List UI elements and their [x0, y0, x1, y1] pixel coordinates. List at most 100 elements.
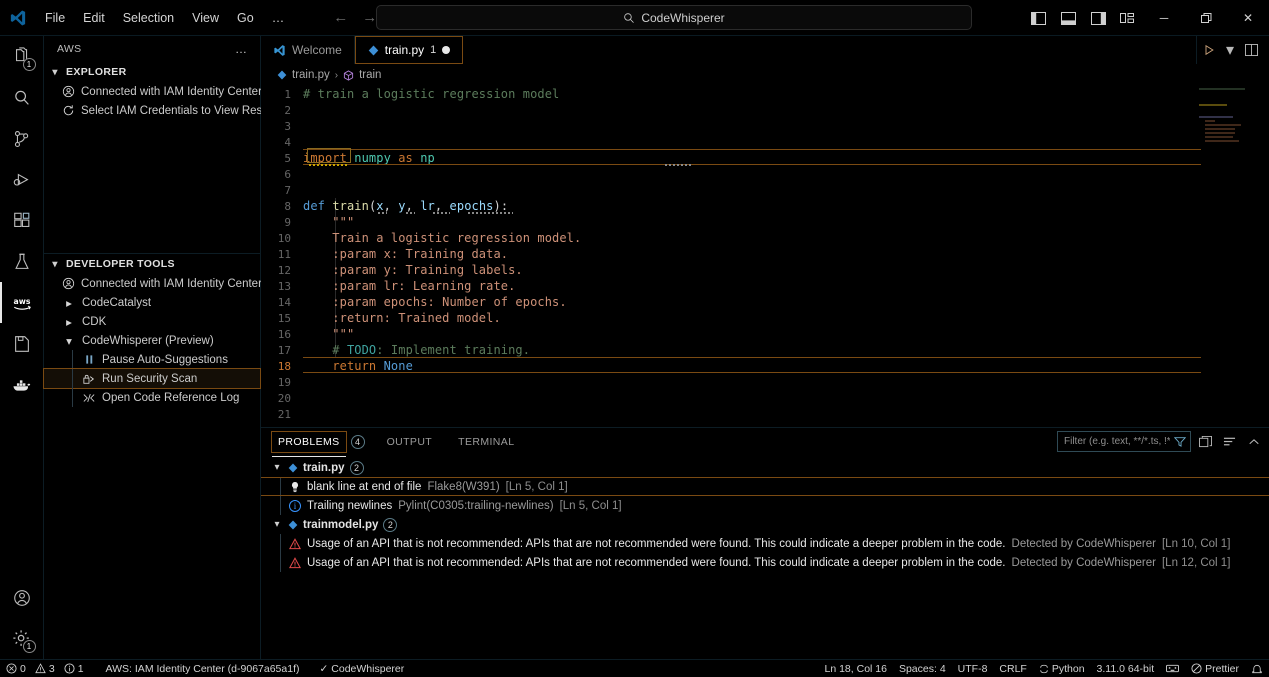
arrow-left-icon[interactable]: ←: [333, 9, 348, 26]
activity-item-database[interactable]: [0, 323, 44, 364]
sidebar-item-run-security-scan[interactable]: Run Security Scan: [44, 369, 260, 388]
sidebar-item-codewhisperer[interactable]: ▾ CodeWhisperer (Preview): [44, 331, 260, 350]
problem-row[interactable]: Usage of an API that is not recommended:…: [261, 553, 1269, 572]
tab-dirty-indicator[interactable]: [442, 46, 450, 54]
status-eol[interactable]: CRLF: [993, 660, 1032, 677]
chevron-down-icon[interactable]: ▾: [271, 519, 283, 530]
status-notifications[interactable]: [1245, 660, 1269, 677]
sidebar-item-pause-auto-suggestions[interactable]: Pause Auto-Suggestions: [44, 350, 260, 369]
clear-icon[interactable]: [1220, 432, 1239, 451]
status-errors-warnings[interactable]: 0 3 1: [0, 660, 90, 677]
sidebar-item-label: CDK: [82, 316, 106, 328]
lightbulb-icon: [289, 481, 301, 493]
code-line: 6: [261, 166, 1269, 182]
toggle-primary-sidebar-icon[interactable]: [1023, 0, 1053, 36]
line-content: def train(x, y, lr, epochs):: [303, 199, 508, 213]
customize-layout-icon[interactable]: [1113, 0, 1143, 36]
chevron-down-icon[interactable]: ▾: [271, 462, 283, 473]
line-number: 2: [261, 104, 303, 117]
toggle-panel-icon[interactable]: [1053, 0, 1083, 36]
split-editor-icon[interactable]: [1239, 38, 1263, 62]
breadcrumb-symbol[interactable]: train: [359, 69, 381, 81]
problem-row[interactable]: blank line at end of file Flake8(W391) […: [261, 477, 1269, 496]
problems-filter-input[interactable]: Filter (e.g. text, **/*.ts, !**…: [1057, 431, 1191, 452]
warning-icon: [35, 663, 46, 674]
panel-tab-label: TERMINAL: [458, 436, 514, 448]
code-editor[interactable]: 1 # train a logistic regression model 2 …: [261, 86, 1269, 427]
menu-edit[interactable]: Edit: [74, 8, 114, 28]
status-indentation[interactable]: Spaces: 4: [893, 660, 952, 677]
status-python-interpreter[interactable]: 3.11.0 64-bit: [1091, 660, 1161, 677]
activity-item-aws[interactable]: aws: [0, 282, 44, 323]
sidebar-item-codecatalyst[interactable]: ▸ CodeCatalyst: [44, 293, 260, 312]
menu-go[interactable]: Go: [228, 8, 263, 28]
breadcrumb-file[interactable]: train.py: [292, 69, 330, 81]
problems-group-file: trainmodel.py: [303, 519, 378, 531]
menu-more[interactable]: …: [263, 8, 294, 28]
chevron-down-icon[interactable]: ▾: [1223, 38, 1237, 62]
split-panel-icon[interactable]: [1196, 432, 1215, 451]
sidebar-section-developer-tools[interactable]: ▾ DEVELOPER TOOLS: [44, 254, 260, 274]
code-line: 10 Train a logistic regression model.: [261, 230, 1269, 246]
sidebar-item-select-iam-credentials[interactable]: Select IAM Credentials to View Reso…: [44, 101, 260, 120]
tab-train-py[interactable]: train.py 1: [355, 36, 463, 64]
error-count: 0: [20, 663, 26, 675]
activity-item-run-and-debug[interactable]: [0, 159, 44, 200]
sidebar-item-connected-iam-devtools[interactable]: Connected with IAM Identity Center…: [44, 274, 260, 293]
panel-tab-output[interactable]: OUTPUT: [381, 432, 439, 452]
editor-scrollbar[interactable]: [1257, 86, 1267, 427]
status-codewhisperer[interactable]: ✓ CodeWhisperer: [313, 660, 410, 677]
minimize-button[interactable]: ─: [1143, 0, 1185, 36]
arrow-right-icon[interactable]: →: [362, 9, 377, 26]
problem-location: [Ln 5, Col 1]: [560, 500, 622, 512]
problems-list[interactable]: ▾ train.py 2 blank line at end of file F…: [261, 456, 1269, 665]
sidebar-item-open-code-reference-log[interactable]: Open Code Reference Log: [44, 388, 260, 407]
problems-group-train-py[interactable]: ▾ train.py 2: [261, 458, 1269, 477]
menu-view[interactable]: View: [183, 8, 228, 28]
activity-item-extensions[interactable]: [0, 200, 44, 241]
menu-selection[interactable]: Selection: [114, 8, 183, 28]
toggle-secondary-sidebar-icon[interactable]: [1083, 0, 1113, 36]
problem-row[interactable]: Usage of an API that is not recommended:…: [261, 534, 1269, 553]
maximize-button[interactable]: [1185, 0, 1227, 36]
problems-group-trainmodel-py[interactable]: ▾ trainmodel.py 2: [261, 515, 1269, 534]
breadcrumb[interactable]: train.py › train: [261, 64, 1269, 86]
activity-item-accounts[interactable]: [0, 577, 44, 618]
chevron-right-icon: ▸: [62, 296, 76, 310]
close-button[interactable]: ✕: [1227, 0, 1269, 36]
menu-file[interactable]: File: [36, 8, 74, 28]
sidebar-more-actions-icon[interactable]: …: [235, 42, 248, 56]
activity-item-docker[interactable]: [0, 364, 44, 405]
sidebar-section-explorer[interactable]: ▾ EXPLORER: [44, 62, 260, 82]
play-icon[interactable]: [1197, 38, 1221, 62]
warning-icon: [289, 557, 301, 569]
activity-item-source-control[interactable]: [0, 118, 44, 159]
activity-item-explorer[interactable]: 1: [0, 36, 44, 77]
info-icon: [64, 663, 75, 674]
panel-tab-terminal[interactable]: TERMINAL: [452, 432, 520, 452]
tab-problem-count: 1: [430, 44, 436, 56]
sidebar-item-label: Select IAM Credentials to View Reso…: [81, 105, 280, 117]
code-line: 9 """: [261, 214, 1269, 230]
status-language-mode[interactable]: Python: [1033, 660, 1091, 677]
status-cursor-position[interactable]: Ln 18, Col 16: [819, 660, 893, 677]
line-number: 16: [261, 328, 303, 341]
status-prettier[interactable]: Prettier: [1185, 660, 1245, 677]
chevron-up-icon[interactable]: [1244, 432, 1263, 451]
line-content: :param lr: Learning rate.: [303, 279, 515, 293]
status-encoding[interactable]: UTF-8: [952, 660, 994, 677]
filter-icon[interactable]: [1174, 436, 1186, 448]
warning-icon: [289, 538, 301, 550]
problem-row[interactable]: i Trailing newlines Pylint(C0305:trailin…: [261, 496, 1269, 515]
quick-input-bar[interactable]: CodeWhisperer: [376, 5, 972, 30]
activity-item-search[interactable]: [0, 77, 44, 118]
activity-item-settings[interactable]: 1: [0, 618, 44, 659]
sidebar-item-label: CodeWhisperer (Preview): [82, 335, 214, 347]
panel-tab-problems[interactable]: PROBLEMS: [271, 431, 347, 453]
sidebar-item-connected-iam-explorer[interactable]: Connected with IAM Identity Center…: [44, 82, 260, 101]
sidebar-item-cdk[interactable]: ▸ CDK: [44, 312, 260, 331]
activity-item-testing[interactable]: [0, 241, 44, 282]
status-aws-connection[interactable]: AWS: IAM Identity Center (d-9067a65a1f): [100, 660, 306, 677]
status-remote-host[interactable]: [1160, 660, 1185, 677]
tab-welcome[interactable]: Welcome: [261, 36, 355, 64]
